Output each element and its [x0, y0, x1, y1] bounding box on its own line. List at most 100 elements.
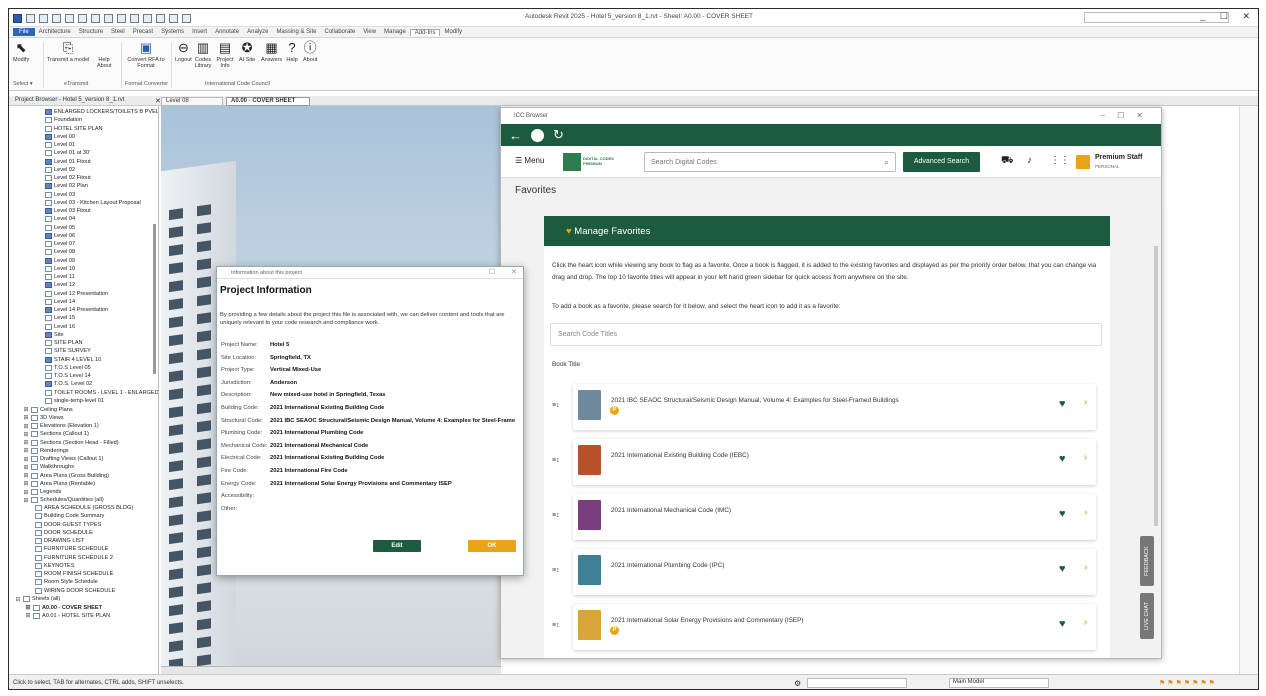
favorite-book-card[interactable]: 2021 IBC SEAOC Structural/Seismic Design…: [573, 384, 1096, 430]
tab-annotate[interactable]: Annotate: [211, 29, 243, 35]
browser-view-item[interactable]: Level 12: [45, 282, 75, 289]
book-title[interactable]: 2021 International Solar Energy Provisio…: [611, 617, 804, 624]
expand-toggle-icon[interactable]: ⊟: [15, 596, 21, 603]
browser-group-sheets[interactable]: ⊟ Sheets (all): [15, 596, 60, 603]
user-avatar-icon[interactable]: [1076, 155, 1090, 169]
drag-sort-icon[interactable]: ≡↕: [552, 402, 560, 409]
about-button[interactable]: About: [97, 63, 111, 69]
browser-view-item[interactable]: Level 16: [45, 323, 75, 330]
book-title[interactable]: 2021 IBC SEAOC Structural/Seismic Design…: [611, 397, 899, 404]
browser-view-item[interactable]: STAIR 4 LEVEL 10: [45, 356, 101, 363]
cart-icon[interactable]: ⛟: [1001, 155, 1014, 168]
search-code-titles-input[interactable]: Search Code Titles: [550, 323, 1102, 346]
browser-group[interactable]: ⊞ Sections (Callout 1): [23, 431, 89, 438]
switch-windows-icon[interactable]: [182, 13, 191, 23]
tab-file[interactable]: File: [13, 28, 35, 36]
refresh-icon[interactable]: ↻: [553, 127, 564, 143]
browser-schedule-item[interactable]: KEYNOTES: [35, 562, 74, 569]
thin-lines-icon[interactable]: [169, 13, 178, 23]
text-icon[interactable]: [130, 13, 139, 23]
heart-icon[interactable]: ♥: [1059, 398, 1066, 410]
browser-group[interactable]: ⊞ Area Plans (Rentable): [23, 480, 95, 487]
browser-view-item[interactable]: T.O.S Level 05: [45, 364, 91, 371]
redo-icon[interactable]: [78, 13, 87, 23]
browser-view-item[interactable]: Foundation: [45, 117, 82, 124]
home-icon[interactable]: [531, 128, 544, 142]
transmit-model-button[interactable]: ⎘ Transmit a model: [47, 41, 89, 63]
browser-group[interactable]: ⊞ Sections (Section Head - Filled): [23, 439, 119, 446]
browser-view-item[interactable]: Level 09: [45, 257, 75, 264]
drag-sort-icon[interactable]: ≡↕: [552, 512, 560, 519]
digital-codes-search-input[interactable]: Search Digital Codes ⌕: [644, 152, 896, 172]
browser-schedule-item[interactable]: FURNITURE SCHEDULE: [35, 546, 108, 553]
browser-view-item[interactable]: Level 03: [45, 191, 75, 198]
browser-view-item[interactable]: Level 02 Plan: [45, 183, 88, 190]
convert-rfa-button[interactable]: ▣ Convert RFA to Format: [127, 41, 165, 69]
help-button[interactable]: Help: [97, 41, 111, 63]
apps-grid-icon[interactable]: ⋮⋮: [1050, 155, 1070, 166]
expand-toggle-icon[interactable]: ⊞: [23, 497, 29, 504]
browser-view-item[interactable]: Level 03 Fitout: [45, 208, 91, 214]
browser-group[interactable]: ⊞ Drafting Views (Callout 1): [23, 456, 103, 463]
chevron-right-icon[interactable]: ›: [1084, 452, 1087, 463]
feedback-tab[interactable]: FEEDBACK: [1140, 536, 1154, 586]
answers-button[interactable]: ▦ Answers: [261, 41, 282, 63]
tab-add-ins[interactable]: Add-Ins: [409, 28, 441, 36]
chevron-right-icon[interactable]: ›: [1084, 562, 1087, 573]
tab-view[interactable]: View: [359, 29, 380, 35]
icc-about-button[interactable]: ⓘ About: [303, 41, 317, 63]
3d-view-icon[interactable]: [143, 13, 152, 23]
modify-button[interactable]: ⬉ Modify: [13, 41, 29, 63]
select-dropdown[interactable]: Select ▾: [13, 81, 33, 87]
browser-group[interactable]: ⊞ Ceiling Plans: [23, 406, 73, 413]
browser-sheet-item[interactable]: ⊞ A0.01 - HOTEL SITE PLAN: [25, 612, 110, 619]
tab-level-08[interactable]: Level 08: [161, 97, 223, 106]
tab-architecture[interactable]: Architecture: [35, 29, 75, 35]
heart-icon[interactable]: ♥: [1059, 618, 1066, 630]
expand-toggle-icon[interactable]: ⊞: [23, 464, 29, 471]
edit-button[interactable]: Edit: [373, 540, 421, 552]
browser-view-item[interactable]: Level 10: [45, 265, 75, 272]
advanced-search-button[interactable]: Advanced Search: [903, 152, 980, 172]
design-option-dropdown[interactable]: Main Model: [949, 678, 1049, 688]
browser-view-item[interactable]: Level 02: [45, 166, 75, 173]
selection-filter-icons[interactable]: ⚑⚑⚑⚑⚑⚑⚑: [1159, 679, 1217, 687]
heart-icon[interactable]: ♥: [1059, 563, 1066, 575]
maximize-icon[interactable]: ☐: [489, 268, 495, 276]
expand-toggle-icon[interactable]: ⊞: [23, 489, 29, 496]
logout-button[interactable]: ⊖ Logout: [175, 41, 192, 63]
expand-toggle-icon[interactable]: ⊞: [23, 439, 29, 446]
print-icon[interactable]: [91, 13, 100, 23]
ai-site-button[interactable]: ✪ AI Site: [239, 41, 255, 63]
browser-view-item[interactable]: T.O.S Level 14: [45, 373, 91, 379]
browser-view-item[interactable]: T.O.S. Level 02: [45, 381, 92, 388]
browser-view-item[interactable]: Site: [45, 331, 64, 338]
menu-button[interactable]: ☰ Menu: [515, 156, 544, 165]
browser-view-item[interactable]: ENLARGED LOCKERS/TOILETS B PVEL: [45, 109, 158, 115]
expand-toggle-icon[interactable]: ⊞: [23, 423, 29, 430]
browser-group[interactable]: ⊞ Walkthroughs: [23, 464, 74, 471]
search-icon[interactable]: ⌕: [884, 157, 889, 168]
drag-sort-icon[interactable]: ≡↕: [552, 567, 560, 574]
book-title[interactable]: 2021 International Plumbing Code (IPC): [611, 562, 724, 569]
tab-cover-sheet[interactable]: A0.00 - COVER SHEET: [226, 97, 310, 106]
browser-view-item[interactable]: Level 12 Presentation: [45, 290, 108, 297]
icc-scrollbar[interactable]: [1154, 246, 1158, 526]
browser-view-item[interactable]: Level 01: [45, 142, 75, 148]
tab-manage[interactable]: Manage: [380, 29, 410, 35]
book-title[interactable]: 2021 International Mechanical Code (IMC): [611, 507, 731, 514]
ok-button[interactable]: OK: [468, 540, 516, 552]
favorite-book-card[interactable]: 2021 International Existing Building Cod…: [573, 439, 1096, 485]
browser-view-item[interactable]: Level 04: [45, 216, 75, 223]
expand-toggle-icon[interactable]: ⊞: [23, 406, 29, 413]
measure-icon[interactable]: [104, 13, 113, 23]
expand-toggle-icon[interactable]: ⊞: [23, 414, 29, 421]
expand-toggle-icon[interactable]: ⊞: [25, 612, 31, 619]
revit-logo-icon[interactable]: [13, 13, 22, 23]
browser-scrollbar[interactable]: [153, 224, 156, 374]
browser-group[interactable]: ⊞ Renderings: [23, 447, 69, 454]
browser-view-item[interactable]: Level 05: [45, 224, 75, 231]
dimension-icon[interactable]: [117, 13, 126, 23]
favorite-book-card[interactable]: 2021 International Mechanical Code (IMC)…: [573, 494, 1096, 540]
browser-view-item[interactable]: Level 02 Fitout: [45, 175, 91, 181]
